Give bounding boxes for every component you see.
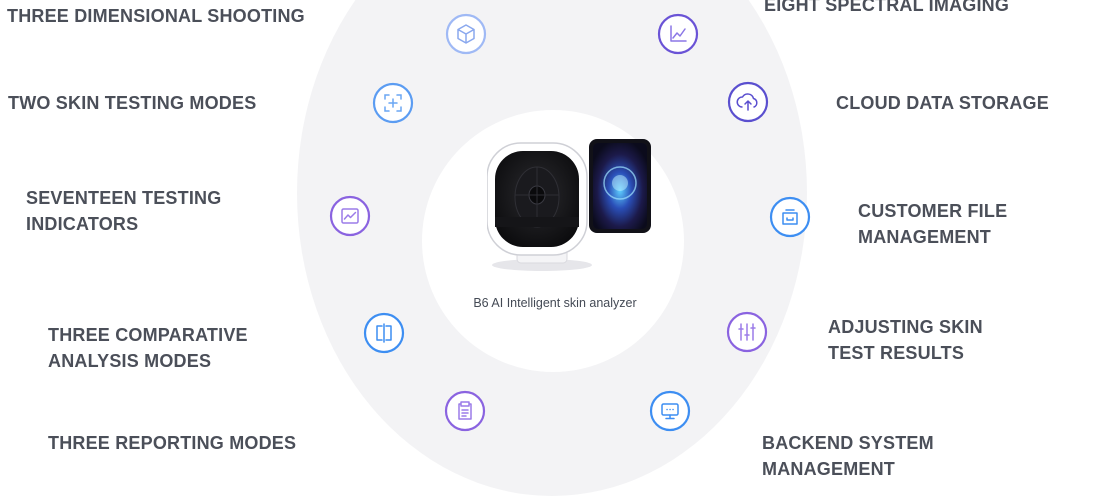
label-line: ANALYSIS MODES	[48, 351, 212, 371]
feature-label-backend-system-management: BACKEND SYSTEM MANAGEMENT	[762, 430, 934, 482]
feature-node-backend-system-management[interactable]	[648, 389, 692, 433]
feature-label-customer-file-management: CUSTOMER FILE MANAGEMENT	[858, 198, 1007, 250]
monitor-icon	[649, 390, 691, 432]
label-line: BACKEND SYSTEM	[762, 433, 934, 453]
split-compare-icon	[363, 312, 405, 354]
feature-node-three-dimensional-shooting[interactable]	[444, 12, 488, 56]
feature-node-three-reporting-modes[interactable]	[443, 389, 487, 433]
label-line: CLOUD DATA STORAGE	[836, 93, 1049, 113]
label-line: MANAGEMENT	[762, 459, 895, 479]
trend-chart-icon	[329, 195, 371, 237]
feature-node-cloud-data-storage[interactable]	[726, 80, 770, 124]
label-line: THREE REPORTING MODES	[48, 433, 297, 453]
scan-plus-icon	[372, 82, 414, 124]
cube-icon	[445, 13, 487, 55]
feature-label-adjusting-skin-test-results: ADJUSTING SKIN TEST RESULTS	[828, 314, 983, 366]
feature-node-seventeen-testing-indicators[interactable]	[328, 194, 372, 238]
feature-label-three-comparative-analysis-modes: THREE COMPARATIVE ANALYSIS MODES	[48, 322, 248, 374]
label-line: SEVENTEEN TESTING	[26, 188, 222, 208]
label-line: CUSTOMER FILE	[858, 201, 1008, 221]
feature-node-customer-file-management[interactable]	[768, 195, 812, 239]
label-line: EIGHT SPECTRAL IMAGING	[764, 0, 1010, 15]
sliders-icon	[726, 311, 768, 353]
label-line: TEST RESULTS	[828, 343, 965, 363]
label-line: ADJUSTING SKIN	[828, 317, 983, 337]
feature-label-three-reporting-modes: THREE REPORTING MODES	[48, 430, 296, 456]
label-line: MANAGEMENT	[858, 227, 991, 247]
label-line: INDICATORS	[26, 214, 139, 234]
feature-node-three-comparative-analysis-modes[interactable]	[362, 311, 406, 355]
label-line: THREE COMPARATIVE	[48, 325, 248, 345]
folder-box-icon	[769, 196, 811, 238]
feature-node-adjusting-skin-test-results[interactable]	[725, 310, 769, 354]
feature-label-cloud-data-storage: CLOUD DATA STORAGE	[836, 90, 1049, 116]
clipboard-icon	[444, 390, 486, 432]
feature-label-eight-spectral-imaging: EIGHT SPECTRAL IMAGING	[764, 0, 1009, 18]
feature-node-eight-spectral-imaging[interactable]	[656, 12, 700, 56]
product-caption: B6 AI Intelligent skin analyzer	[473, 296, 637, 310]
feature-label-three-dimensional-shooting: THREE DIMENSIONAL SHOOTING	[7, 3, 305, 29]
feature-label-seventeen-testing-indicators: SEVENTEEN TESTING INDICATORS	[26, 185, 221, 237]
feature-node-two-skin-testing-modes[interactable]	[371, 81, 415, 125]
feature-label-two-skin-testing-modes: TWO SKIN TESTING MODES	[8, 90, 256, 116]
chart-axes-icon	[657, 13, 699, 55]
label-line: THREE DIMENSIONAL SHOOTING	[7, 6, 305, 26]
skin-analyzer-product-image	[487, 137, 657, 273]
label-line: TWO SKIN TESTING MODES	[8, 93, 257, 113]
cloud-upload-icon	[727, 81, 769, 123]
